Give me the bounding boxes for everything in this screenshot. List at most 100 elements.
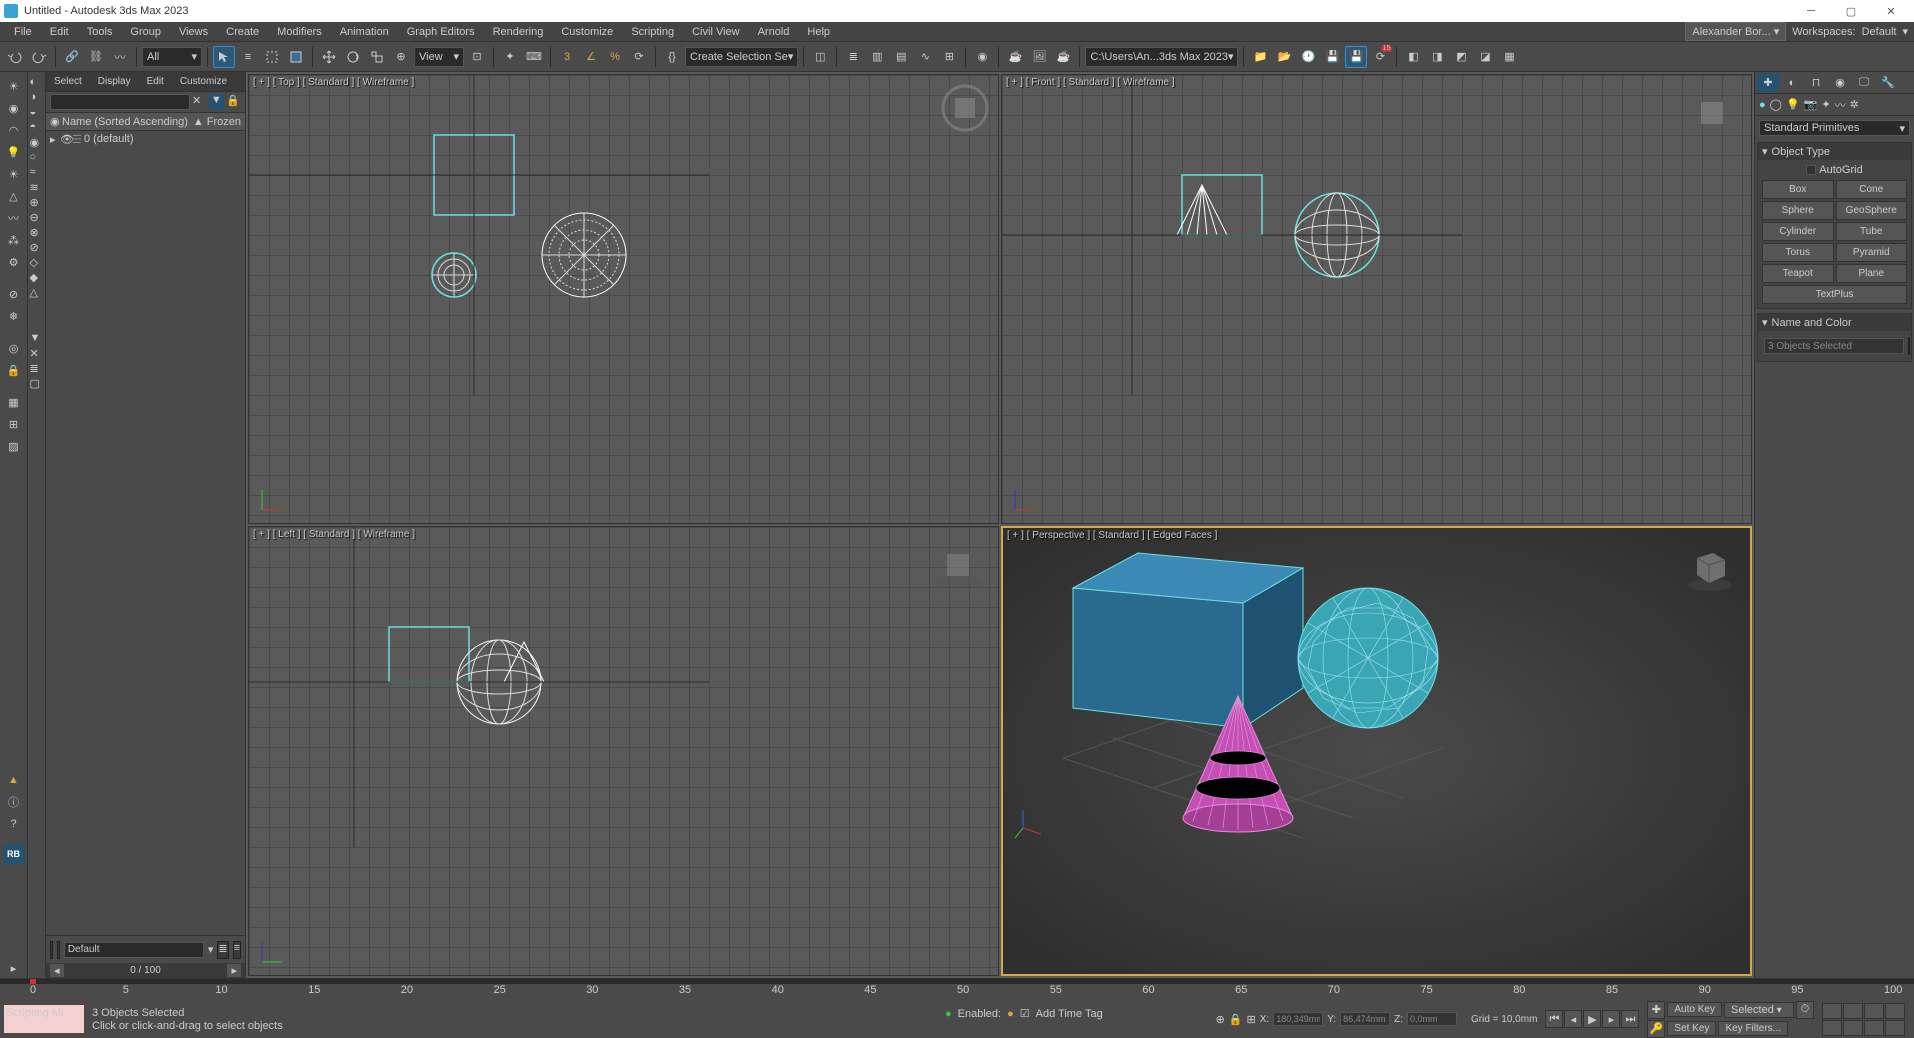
menu-arnold[interactable]: Arnold bbox=[750, 24, 798, 40]
layer-grid-2-icon[interactable] bbox=[57, 941, 60, 959]
scene-tab-customize[interactable]: Customize bbox=[172, 74, 235, 89]
scene-search-input[interactable] bbox=[50, 94, 190, 110]
layer-filter-13-icon[interactable]: ◇ bbox=[30, 256, 44, 270]
display-cameras-icon[interactable]: ☀ bbox=[4, 164, 24, 184]
select-by-name-button[interactable]: ≡ bbox=[237, 46, 259, 68]
reference-coord-dropdown[interactable]: View▾ bbox=[414, 47, 464, 67]
set-key-plus-button[interactable]: ✚ bbox=[1647, 1001, 1665, 1019]
tb-extra-3[interactable]: ◩ bbox=[1450, 46, 1472, 68]
object-color-swatch[interactable] bbox=[1908, 337, 1910, 355]
scene-header-frozen[interactable]: ▲ Frozen bbox=[193, 116, 241, 128]
layer-filter-7-icon[interactable]: ≈ bbox=[30, 166, 44, 180]
layer-filter-4-icon[interactable]: ◓ bbox=[30, 121, 44, 135]
rotate-button[interactable] bbox=[342, 46, 364, 68]
display-geometry-icon[interactable]: ◉ bbox=[4, 98, 24, 118]
cmd-tab-modify-icon[interactable]: ◐ bbox=[1781, 74, 1803, 92]
padlock-icon[interactable]: 🔒 bbox=[1229, 1013, 1243, 1026]
display-helpers-icon[interactable]: △ bbox=[4, 186, 24, 206]
enabled-dot-icon[interactable]: ● bbox=[1007, 1008, 1014, 1020]
display-bone-icon[interactable]: ⚙ bbox=[4, 252, 24, 272]
keymode-selected-dropdown[interactable]: Selected ▾ bbox=[1724, 1002, 1794, 1018]
timeline-ruler[interactable]: 0510152025303540455055606570758085909510… bbox=[0, 984, 1914, 1000]
recent-badge[interactable]: ⟳15 bbox=[1369, 46, 1391, 68]
schematic-view-button[interactable]: ⊞ bbox=[938, 46, 960, 68]
objbtn-torus[interactable]: Torus bbox=[1762, 243, 1834, 262]
layer-filter-layers-icon[interactable]: ≣ bbox=[30, 362, 44, 376]
cmd-tab-display-icon[interactable]: 🖵 bbox=[1853, 74, 1875, 92]
project-path[interactable]: C:\Users\An...3ds Max 2023▾ bbox=[1085, 47, 1238, 67]
select-object-button[interactable] bbox=[213, 46, 235, 68]
xray-icon[interactable]: ▦ bbox=[4, 392, 24, 412]
autoback-button[interactable]: 🕐 bbox=[1297, 46, 1319, 68]
unlink-button[interactable]: ⛓ bbox=[85, 46, 107, 68]
menu-grapheditors[interactable]: Graph Editors bbox=[399, 24, 483, 40]
layer-filter-1-icon[interactable]: ◐ bbox=[30, 76, 44, 90]
layer-remove-icon[interactable]: ≡ bbox=[233, 941, 241, 959]
scene-lock-icon[interactable]: 🔒 bbox=[226, 94, 241, 110]
autogrid-checkbox[interactable]: AutoGrid bbox=[1762, 164, 1907, 176]
cmd-tab-hierarchy-icon[interactable]: ⊓ bbox=[1805, 74, 1827, 92]
keyboard-shortcut-button[interactable]: ⌨ bbox=[523, 46, 545, 68]
named-selection-dropdown[interactable]: Create Selection Se▾ bbox=[685, 47, 798, 67]
menu-animation[interactable]: Animation bbox=[332, 24, 397, 40]
minimize-button[interactable]: ─ bbox=[1792, 1, 1830, 21]
scale-button[interactable] bbox=[366, 46, 388, 68]
absolute-mode-icon[interactable]: ⊞ bbox=[1247, 1013, 1256, 1026]
info-icon[interactable]: ⓘ bbox=[4, 792, 24, 812]
play-button[interactable]: ▶ bbox=[1583, 1010, 1601, 1028]
viewport-persp-label[interactable]: [ + ] [ Perspective ] [ Standard ] [ Edg… bbox=[1007, 530, 1217, 541]
user-account[interactable]: Alexander Bor... ▾ bbox=[1685, 22, 1786, 41]
menu-group[interactable]: Group bbox=[122, 24, 169, 40]
toggle-layer-explorer-button[interactable]: ▥ bbox=[866, 46, 888, 68]
coord-y-input[interactable] bbox=[1340, 1012, 1390, 1026]
bind-spacewarp-button[interactable]: 〰 bbox=[109, 46, 131, 68]
menu-help[interactable]: Help bbox=[799, 24, 838, 40]
angle-snap-button[interactable]: ∠ bbox=[580, 46, 602, 68]
time-config-button[interactable]: ⏱ bbox=[1796, 1001, 1814, 1019]
nav-zoom-all-button[interactable] bbox=[1822, 1020, 1842, 1036]
create-geometry-icon[interactable]: ● bbox=[1759, 99, 1766, 111]
objbtn-pyramid[interactable]: Pyramid bbox=[1836, 243, 1908, 262]
menu-tools[interactable]: Tools bbox=[79, 24, 121, 40]
nav-zoom-extents-button[interactable] bbox=[1864, 1003, 1884, 1019]
nav-fov-button[interactable] bbox=[1885, 1003, 1905, 1019]
toggle-ribbon-button[interactable]: ▤ bbox=[890, 46, 912, 68]
viewport-front[interactable]: [ + ] [ Front ] [ Standard ] [ Wireframe… bbox=[1001, 74, 1752, 524]
menu-edit[interactable]: Edit bbox=[42, 24, 77, 40]
add-time-tag[interactable]: Add Time Tag bbox=[1036, 1008, 1103, 1020]
display-particles-icon[interactable]: ⁂ bbox=[4, 230, 24, 250]
rollout-name-color[interactable]: ▾Name and Color bbox=[1758, 314, 1911, 331]
percent-snap-button[interactable]: % bbox=[604, 46, 626, 68]
backface-icon[interactable]: ⊞ bbox=[4, 414, 24, 434]
selection-filter[interactable]: All▾ bbox=[142, 47, 202, 67]
move-button[interactable] bbox=[318, 46, 340, 68]
layer-filter-11-icon[interactable]: ⊗ bbox=[30, 226, 44, 240]
rb-badge[interactable]: RB bbox=[3, 844, 25, 864]
layer-filter-clear-icon[interactable]: ✕ bbox=[30, 347, 44, 361]
layer-filter-9-icon[interactable]: ⊕ bbox=[30, 196, 44, 210]
layer-filter-15-icon[interactable]: △ bbox=[30, 286, 44, 300]
create-spacewarps-icon[interactable]: 〰 bbox=[1835, 97, 1846, 113]
objbtn-cylinder[interactable]: Cylinder bbox=[1762, 222, 1834, 241]
edit-named-selection-button[interactable]: {} bbox=[661, 46, 683, 68]
pivot-center-button[interactable]: ⊡ bbox=[466, 46, 488, 68]
create-helpers-icon[interactable]: ✦ bbox=[1821, 98, 1830, 111]
viewport-front-label[interactable]: [ + ] [ Front ] [ Standard ] [ Wireframe… bbox=[1006, 77, 1175, 88]
layer-isolate-icon[interactable]: ≣ bbox=[217, 941, 228, 959]
redo-button[interactable] bbox=[28, 46, 50, 68]
layer-name-input[interactable] bbox=[64, 942, 204, 958]
spinner-snap-button[interactable]: ⟳ bbox=[628, 46, 650, 68]
menu-create[interactable]: Create bbox=[218, 24, 267, 40]
nav-pan-button[interactable] bbox=[1822, 1003, 1842, 1019]
mirror-button[interactable]: ◫ bbox=[809, 46, 831, 68]
autokey-button[interactable]: Auto Key bbox=[1667, 1002, 1722, 1017]
snap-toggle-button[interactable]: 3 bbox=[556, 46, 578, 68]
menu-views[interactable]: Views bbox=[171, 24, 216, 40]
viewport-top[interactable]: [ + ] [ Top ] [ Standard ] [ Wireframe ] bbox=[248, 74, 999, 524]
layer-grid-1-icon[interactable] bbox=[50, 941, 53, 959]
curve-editor-button[interactable]: ∿ bbox=[914, 46, 936, 68]
scene-tab-display[interactable]: Display bbox=[90, 74, 139, 89]
expand-icon[interactable]: ▸ bbox=[4, 958, 24, 978]
objbtn-plane[interactable]: Plane bbox=[1836, 264, 1908, 283]
tb-extra-4[interactable]: ◪ bbox=[1474, 46, 1496, 68]
